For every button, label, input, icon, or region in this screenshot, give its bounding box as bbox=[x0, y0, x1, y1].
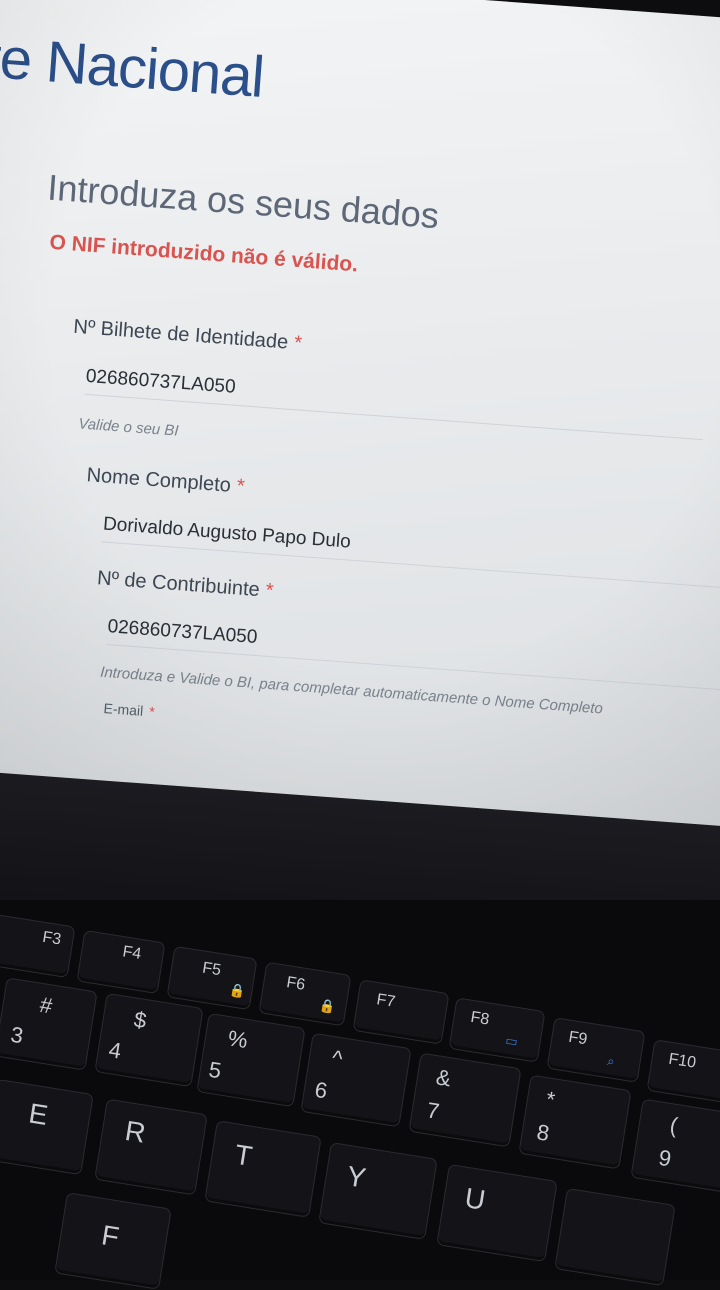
email-label-text: E-mail bbox=[103, 700, 144, 719]
key-f8[interactable]: F8 ▭ bbox=[448, 997, 546, 1063]
key-f3-label: F3 bbox=[41, 928, 63, 949]
key-y-label: Y bbox=[344, 1160, 368, 1194]
key-f3[interactable]: F3 bbox=[0, 913, 76, 979]
taxpayer-number-label: Nº de Contribuinte * bbox=[96, 567, 274, 603]
key-i[interactable] bbox=[554, 1187, 676, 1287]
required-marker: * bbox=[148, 703, 156, 720]
key-f4[interactable]: F4 bbox=[76, 929, 166, 995]
key-u-label: U bbox=[462, 1182, 488, 1216]
key-f10-label: F10 bbox=[667, 1050, 698, 1072]
email-label-partial: E-mail * bbox=[103, 700, 155, 720]
display-icon: ▭ bbox=[504, 1032, 519, 1050]
key-6[interactable]: ^ 6 bbox=[300, 1032, 412, 1128]
key-4-shift: $ bbox=[132, 1006, 149, 1034]
key-9[interactable]: ( 9 bbox=[630, 1098, 720, 1194]
key-f9[interactable]: F9 ⌕ bbox=[546, 1017, 646, 1083]
key-3-main: 3 bbox=[9, 1021, 26, 1049]
browser-screen: te Nacional Introduza os seus dados O NI… bbox=[0, 0, 720, 841]
key-f7-label: F7 bbox=[375, 991, 397, 1011]
key-9-main: 9 bbox=[656, 1144, 673, 1172]
key-e-label: E bbox=[26, 1097, 50, 1132]
key-6-shift: ^ bbox=[330, 1045, 345, 1072]
key-4-main: 4 bbox=[107, 1037, 124, 1064]
lock-icon: 🔒 bbox=[318, 997, 337, 1015]
required-marker: * bbox=[293, 331, 303, 355]
key-f-label: F bbox=[99, 1219, 122, 1253]
laptop-keyboard: F3 F4 F5 🔒 F6 🔒 F7 F8 ▭ F9 ⌕ F10 # 3 $ 4… bbox=[0, 900, 720, 1290]
key-f5-label: F5 bbox=[201, 959, 223, 980]
taxpayer-number-label-text: Nº de Contribuinte bbox=[96, 567, 261, 602]
key-5[interactable]: % 5 bbox=[196, 1012, 306, 1108]
search-icon: ⌕ bbox=[606, 1053, 616, 1069]
key-5-main: 5 bbox=[207, 1056, 224, 1084]
validation-error-message: O NIF introduzido não é válido. bbox=[48, 230, 359, 277]
key-7-shift: & bbox=[434, 1064, 453, 1092]
key-8-shift: * bbox=[544, 1086, 557, 1113]
full-name-label-text: Nome Completo bbox=[85, 464, 232, 497]
key-t[interactable]: T bbox=[204, 1120, 322, 1218]
key-f9-label: F9 bbox=[567, 1028, 589, 1049]
key-8[interactable]: * 8 bbox=[518, 1074, 632, 1170]
key-f6-label: F6 bbox=[285, 974, 307, 994]
required-marker: * bbox=[235, 475, 246, 498]
key-f6[interactable]: F6 🔒 bbox=[258, 961, 352, 1027]
key-5-shift: % bbox=[226, 1025, 250, 1054]
key-f[interactable]: F bbox=[54, 1192, 172, 1290]
key-9-shift: ( bbox=[668, 1112, 680, 1139]
key-f8-label: F8 bbox=[469, 1008, 491, 1029]
bi-number-label-text: Nº Bilhete de Identidade bbox=[72, 315, 289, 354]
form-section-title: Introduza os seus dados bbox=[46, 166, 441, 237]
key-7-main: 7 bbox=[425, 1097, 442, 1124]
key-f7[interactable]: F7 bbox=[352, 979, 450, 1045]
key-3[interactable]: # 3 bbox=[0, 977, 98, 1071]
bi-number-label: Nº Bilhete de Identidade * bbox=[73, 316, 303, 356]
key-u[interactable]: U bbox=[436, 1163, 558, 1263]
site-title: te Nacional bbox=[0, 24, 266, 110]
key-r[interactable]: R bbox=[94, 1098, 208, 1196]
key-3-shift: # bbox=[38, 991, 55, 1019]
bi-validate-hint[interactable]: Valide o seu BI bbox=[78, 415, 179, 439]
key-f10[interactable]: F10 bbox=[646, 1039, 720, 1105]
key-7[interactable]: & 7 bbox=[408, 1052, 522, 1148]
key-f5[interactable]: F5 🔒 bbox=[166, 945, 258, 1011]
key-r-label: R bbox=[122, 1114, 148, 1149]
key-6-main: 6 bbox=[313, 1076, 330, 1104]
required-marker: * bbox=[264, 579, 275, 603]
key-y[interactable]: Y bbox=[318, 1142, 438, 1240]
key-8-main: 8 bbox=[535, 1119, 552, 1146]
key-t-label: T bbox=[232, 1138, 255, 1172]
full-name-label: Nome Completo * bbox=[85, 464, 246, 499]
key-f4-label: F4 bbox=[121, 943, 143, 963]
key-4[interactable]: $ 4 bbox=[94, 992, 204, 1088]
lock-icon: 🔒 bbox=[228, 981, 247, 1000]
key-e[interactable]: E bbox=[0, 1078, 94, 1176]
